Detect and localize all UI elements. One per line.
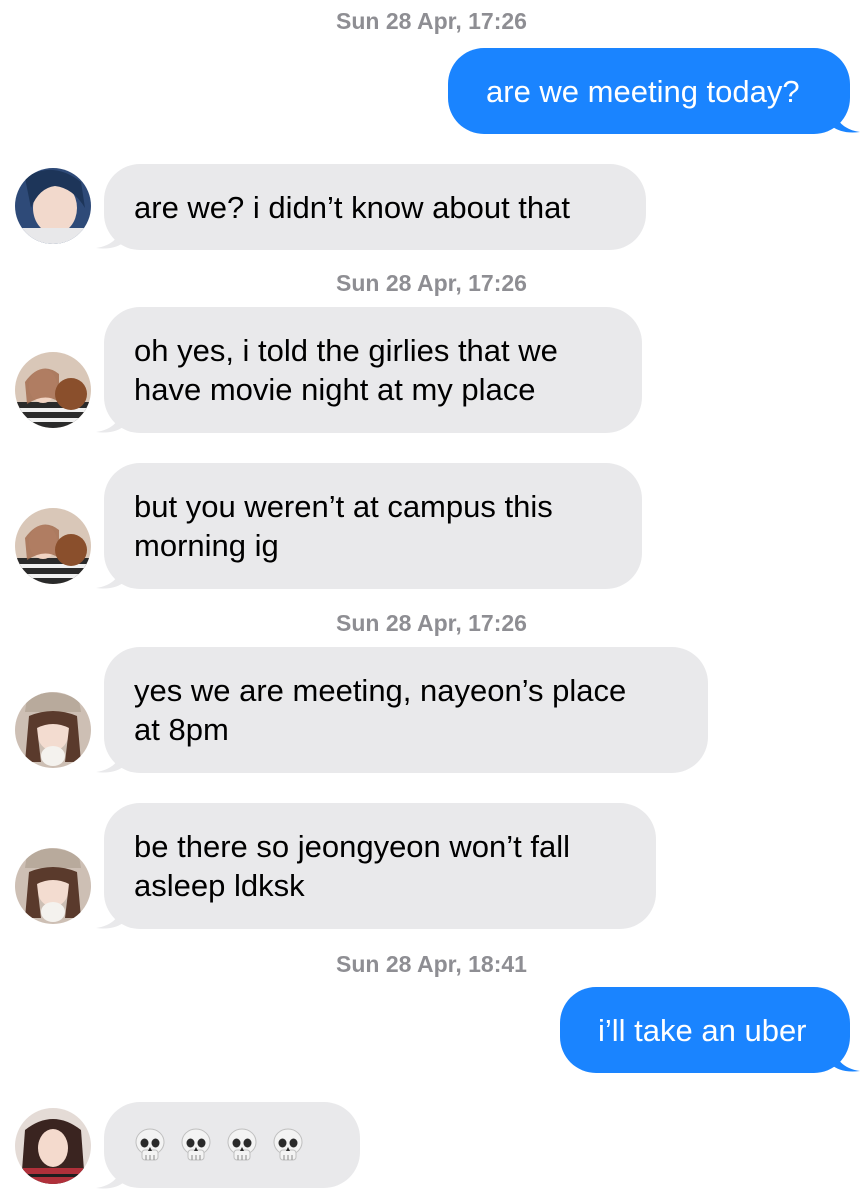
skull-emoji-icon: [227, 1128, 257, 1161]
avatar[interactable]: [15, 508, 91, 584]
message-bubble-incoming[interactable]: yes we are meeting, nayeon’s place at 8p…: [104, 647, 708, 773]
message-text: i’ll take an uber: [598, 1012, 807, 1048]
message-bubble-incoming[interactable]: be there so jeongyeon won’t fall asleep …: [104, 803, 656, 929]
message-bubble-incoming[interactable]: oh yes, i told the girlies that we have …: [104, 307, 642, 433]
message-text: are we meeting today?: [486, 73, 800, 109]
message-text: are we? i didn’t know about that: [134, 189, 570, 225]
timestamp: Sun 28 Apr, 17:26: [336, 610, 527, 636]
avatar-image: [15, 692, 91, 768]
avatar-image: [15, 168, 91, 244]
timestamp: Sun 28 Apr, 18:41: [336, 951, 527, 977]
avatar[interactable]: [15, 848, 91, 924]
message-thread: Sun 28 Apr, 17:26 are we meeting today? …: [0, 0, 863, 1200]
message-bubble-incoming[interactable]: but you weren’t at campus this morning i…: [104, 463, 642, 589]
emoji-row: [134, 1128, 304, 1162]
message-text: oh yes, i told the girlies that we have …: [134, 333, 558, 407]
message-text: be there so jeongyeon won’t fall asleep …: [134, 829, 571, 903]
message-bubble-outgoing[interactable]: i’ll take an uber: [560, 987, 850, 1073]
avatar-image: [15, 848, 91, 924]
message-bubble-incoming[interactable]: are we? i didn’t know about that: [104, 164, 646, 250]
avatar[interactable]: [15, 692, 91, 768]
avatar-image: [15, 508, 91, 584]
message-text: yes we are meeting, nayeon’s place at 8p…: [134, 673, 627, 747]
avatar[interactable]: [15, 168, 91, 244]
skull-emoji-icon: [135, 1128, 165, 1161]
avatar[interactable]: [15, 352, 91, 428]
message-text: but you weren’t at campus this morning i…: [134, 489, 553, 563]
timestamp: Sun 28 Apr, 17:26: [336, 270, 527, 296]
timestamp: Sun 28 Apr, 17:26: [336, 8, 527, 34]
skull-emoji-icon: [181, 1128, 211, 1161]
avatar-image: [15, 352, 91, 428]
message-bubble-incoming[interactable]: [104, 1102, 360, 1188]
message-bubble-outgoing[interactable]: are we meeting today?: [448, 48, 850, 134]
avatar-image: [15, 1108, 91, 1184]
skull-emoji-icon: [273, 1128, 303, 1161]
avatar[interactable]: [15, 1108, 91, 1184]
